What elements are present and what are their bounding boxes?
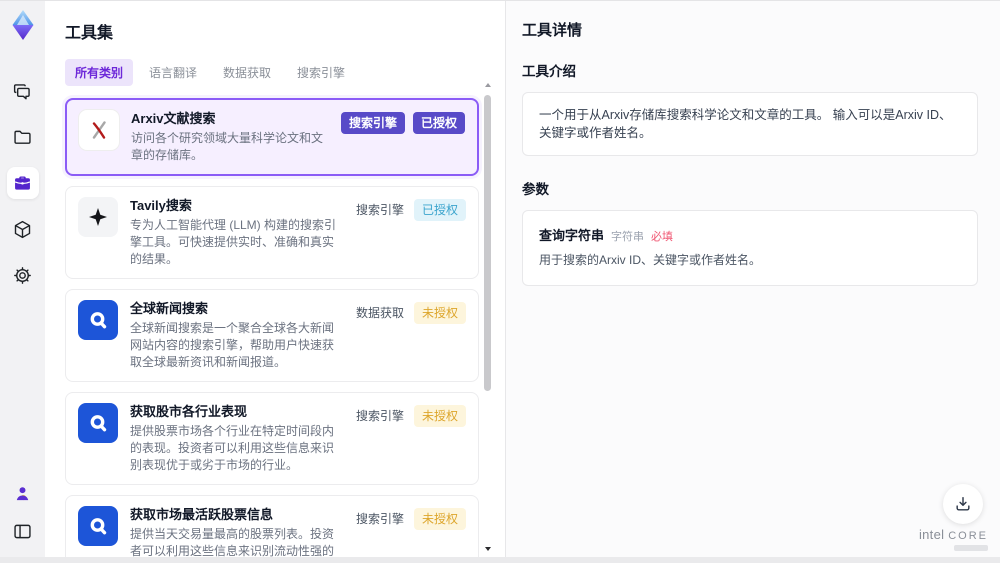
scrollbar-down-arrow[interactable] bbox=[485, 547, 491, 551]
auth-status-badge: 未授权 bbox=[413, 405, 466, 427]
news-q-icon bbox=[78, 506, 118, 546]
tool-card-arxiv[interactable]: Arxiv文献搜索 访问各个研究领域大量科学论文和文章的存储库。 搜索引擎 已授… bbox=[65, 98, 479, 176]
intro-heading: 工具介绍 bbox=[522, 64, 576, 79]
auth-status-badge: 已授权 bbox=[412, 112, 465, 134]
parameter-required-flag: 必填 bbox=[651, 231, 674, 243]
news-q-icon bbox=[78, 403, 118, 443]
tool-card-active-stocks[interactable]: 获取市场最活跃股票信息 提供当天交易量最高的股票列表。投资者可以利用这些信息来识… bbox=[65, 495, 479, 563]
app-logo-icon[interactable] bbox=[7, 9, 39, 41]
scrollbar-up-arrow[interactable] bbox=[485, 83, 491, 87]
tavily-star-icon bbox=[78, 197, 118, 237]
tool-description: 访问各个研究领域大量科学论文和文章的存储库。 bbox=[131, 131, 324, 162]
auth-status-badge: 未授权 bbox=[413, 302, 466, 324]
intel-logo-text: intel bbox=[918, 527, 945, 542]
window-bottom-edge bbox=[0, 557, 1000, 563]
auth-status-badge: 未授权 bbox=[413, 508, 466, 530]
tool-card-sector-performance[interactable]: 获取股市各行业表现 提供股票市场各个行业在特定时间段内的表现。投资者可以利用这些… bbox=[65, 392, 479, 485]
package-icon[interactable] bbox=[7, 213, 39, 245]
tool-description: 专为人工智能代理 (LLM) 构建的搜索引擎工具。可快速提供实时、准确和真实的结… bbox=[130, 218, 337, 266]
settings-gear-icon[interactable] bbox=[7, 259, 39, 291]
category-badge: 搜索引擎 bbox=[355, 409, 404, 423]
tool-description: 提供股票市场各个行业在特定时间段内的表现。投资者可以利用这些信息来识别表现优于或… bbox=[130, 424, 335, 472]
tab-search-engine[interactable]: 搜索引擎 bbox=[287, 59, 355, 86]
tool-description: 全球新闻搜索是一个聚合全球各大新闻网站内容的搜索引擎，帮助用户快速获取全球最新资… bbox=[130, 321, 335, 369]
list-scrollbar[interactable] bbox=[484, 83, 492, 551]
tool-name: 全球新闻搜索 bbox=[130, 301, 209, 316]
intel-core-logo: intel CORE bbox=[919, 527, 988, 551]
intro-text-box: 一个用于从Arxiv存储库搜索科学论文和文章的工具。 输入可以是Arxiv ID… bbox=[522, 92, 978, 156]
category-badge: 搜索引擎 bbox=[355, 203, 404, 217]
category-badge: 数据获取 bbox=[355, 306, 404, 320]
tab-data-fetch[interactable]: 数据获取 bbox=[213, 59, 281, 86]
tool-name: Arxiv文献搜索 bbox=[131, 111, 216, 126]
category-badge: 搜索引擎 bbox=[340, 112, 405, 134]
page-title: 工具集 bbox=[65, 25, 114, 42]
detail-title: 工具详情 bbox=[522, 22, 583, 39]
app-window: 工具集 所有类别 语言翻译 数据获取 搜索引擎 Arxiv文献搜索 访问各个研究… bbox=[0, 0, 1000, 563]
tab-language-translation[interactable]: 语言翻译 bbox=[139, 59, 207, 86]
collapse-panel-icon[interactable] bbox=[7, 515, 39, 547]
parameter-item: 查询字符串 字符串 必填 用于搜索的Arxiv ID、关键字或作者姓名。 bbox=[522, 210, 978, 286]
tool-name: Tavily搜索 bbox=[130, 198, 192, 213]
tab-all-categories[interactable]: 所有类别 bbox=[65, 59, 134, 86]
scrollbar-thumb[interactable] bbox=[484, 95, 491, 391]
tool-name: 获取市场最活跃股票信息 bbox=[130, 507, 274, 522]
core-logo-text: CORE bbox=[948, 530, 988, 542]
folder-icon[interactable] bbox=[7, 121, 39, 153]
parameter-description: 用于搜索的Arxiv ID、关键字或作者姓名。 bbox=[539, 253, 762, 267]
left-rail bbox=[0, 1, 45, 563]
tool-card-global-news[interactable]: 全球新闻搜索 全球新闻搜索是一个聚合全球各大新闻网站内容的搜索引擎，帮助用户快速… bbox=[65, 289, 479, 382]
download-icon bbox=[956, 497, 970, 511]
user-avatar-icon[interactable] bbox=[7, 477, 39, 509]
category-tabs: 所有类别 语言翻译 数据获取 搜索引擎 bbox=[65, 59, 479, 86]
tool-card-tavily[interactable]: Tavily搜索 专为人工智能代理 (LLM) 构建的搜索引擎工具。可快速提供实… bbox=[65, 186, 479, 279]
tools-list-panel: 工具集 所有类别 语言翻译 数据获取 搜索引擎 Arxiv文献搜索 访问各个研究… bbox=[45, 1, 505, 563]
params-heading: 参数 bbox=[522, 182, 549, 197]
category-badge: 搜索引擎 bbox=[355, 512, 404, 526]
download-button[interactable] bbox=[943, 484, 983, 524]
parameter-name: 查询字符串 bbox=[539, 228, 605, 243]
tool-detail-panel: 工具详情 工具介绍 一个用于从Arxiv存储库搜索科学论文和文章的工具。 输入可… bbox=[505, 1, 1000, 563]
parameter-type: 字符串 bbox=[611, 231, 645, 243]
news-q-icon bbox=[78, 300, 118, 340]
intel-badge-bar bbox=[954, 545, 988, 551]
arxiv-icon bbox=[79, 110, 119, 150]
chat-icon[interactable] bbox=[7, 75, 39, 107]
toolbox-icon[interactable] bbox=[6, 167, 39, 199]
auth-status-badge: 已授权 bbox=[413, 199, 466, 221]
tool-name: 获取股市各行业表现 bbox=[130, 404, 248, 419]
